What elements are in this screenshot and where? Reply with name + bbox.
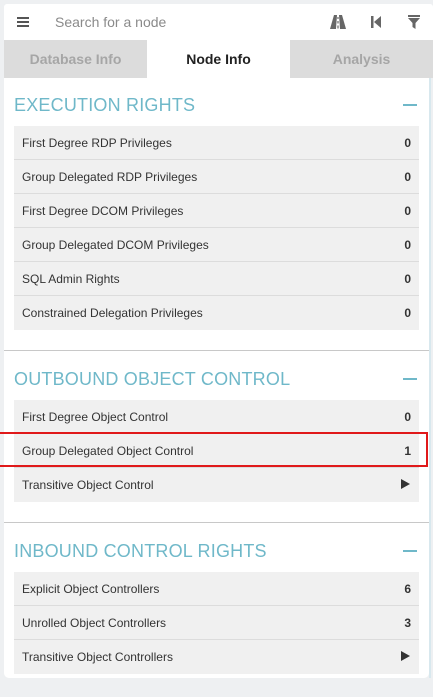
property-value[interactable]: 6 (404, 582, 411, 596)
minus-icon (403, 378, 417, 380)
property-label: First Degree RDP Privileges (22, 136, 172, 150)
property-label: Group Delegated Object Control (22, 444, 194, 458)
minus-icon (403, 550, 417, 552)
node-info-panel: EXECUTION RIGHTS First Degree RDP Privil… (4, 78, 429, 678)
search-input[interactable] (42, 4, 319, 40)
property-label: Group Delegated DCOM Privileges (22, 238, 209, 252)
property-label: SQL Admin Rights (22, 272, 120, 286)
tab-node-info[interactable]: Node Info (147, 40, 290, 78)
property-row[interactable]: First Degree DCOM Privileges 0 (14, 194, 419, 228)
play-icon[interactable] (401, 479, 410, 489)
section-title: OUTBOUND OBJECT CONTROL (14, 369, 291, 389)
property-label: First Degree Object Control (22, 410, 169, 424)
hamburger-menu-icon[interactable] (4, 4, 42, 40)
tab-analysis[interactable]: Analysis (290, 40, 433, 78)
property-value[interactable]: 0 (404, 204, 411, 218)
property-value[interactable]: 0 (404, 306, 411, 320)
filter-icon[interactable] (395, 4, 433, 40)
pathfinding-road-icon[interactable] (319, 4, 357, 40)
section-title: INBOUND CONTROL RIGHTS (14, 541, 267, 561)
property-row[interactable]: Constrained Delegation Privileges 0 (14, 296, 419, 330)
tab-database-info[interactable]: Database Info (4, 40, 147, 78)
property-list: Explicit Object Controllers 6 Unrolled O… (4, 572, 429, 674)
property-row[interactable]: Transitive Object Controllers (14, 640, 419, 674)
property-value[interactable]: 0 (404, 272, 411, 286)
back-step-icon[interactable] (357, 4, 395, 40)
property-row[interactable]: Explicit Object Controllers 6 (14, 572, 419, 606)
property-label: Explicit Object Controllers (22, 582, 160, 596)
property-value[interactable]: 3 (404, 616, 411, 630)
property-row[interactable]: Group Delegated Object Control 1 (14, 434, 419, 468)
section-execution-rights: EXECUTION RIGHTS First Degree RDP Privil… (4, 78, 429, 330)
property-value[interactable]: 0 (404, 410, 411, 424)
section-header: OUTBOUND OBJECT CONTROL (4, 352, 429, 400)
property-row[interactable]: Unrolled Object Controllers 3 (14, 606, 419, 640)
property-value[interactable]: 0 (404, 136, 411, 150)
tab-bar: Database Info Node Info Analysis (4, 40, 433, 78)
section-title: EXECUTION RIGHTS (14, 95, 196, 115)
property-row[interactable]: Transitive Object Control (14, 468, 419, 502)
property-list: First Degree Object Control 0 Group Dele… (4, 400, 429, 502)
property-value[interactable]: 1 (404, 444, 411, 458)
section-divider (4, 522, 429, 523)
property-value[interactable]: 0 (404, 238, 411, 252)
property-row[interactable]: Group Delegated RDP Privileges 0 (14, 160, 419, 194)
minus-icon (403, 104, 417, 106)
property-label: Constrained Delegation Privileges (22, 306, 203, 320)
property-label: Group Delegated RDP Privileges (22, 170, 198, 184)
property-row[interactable]: First Degree RDP Privileges 0 (14, 126, 419, 160)
panel-edge (429, 78, 431, 678)
property-value[interactable]: 0 (404, 170, 411, 184)
property-label: Transitive Object Control (22, 478, 154, 492)
property-label: Unrolled Object Controllers (22, 616, 167, 630)
property-label: Transitive Object Controllers (22, 650, 173, 664)
play-icon[interactable] (401, 651, 410, 661)
section-divider (4, 350, 429, 351)
section-outbound-object-control: OUTBOUND OBJECT CONTROL First Degree Obj… (4, 352, 429, 502)
property-row[interactable]: SQL Admin Rights 0 (14, 262, 419, 296)
section-header: INBOUND CONTROL RIGHTS (4, 524, 429, 572)
property-row[interactable]: Group Delegated DCOM Privileges 0 (14, 228, 419, 262)
search-bar (4, 4, 433, 40)
section-header: EXECUTION RIGHTS (4, 78, 429, 126)
property-row[interactable]: First Degree Object Control 0 (14, 400, 419, 434)
property-label: First Degree DCOM Privileges (22, 204, 184, 218)
property-list: First Degree RDP Privileges 0 Group Dele… (4, 126, 429, 330)
section-inbound-control-rights: INBOUND CONTROL RIGHTS Explicit Object C… (4, 524, 429, 674)
